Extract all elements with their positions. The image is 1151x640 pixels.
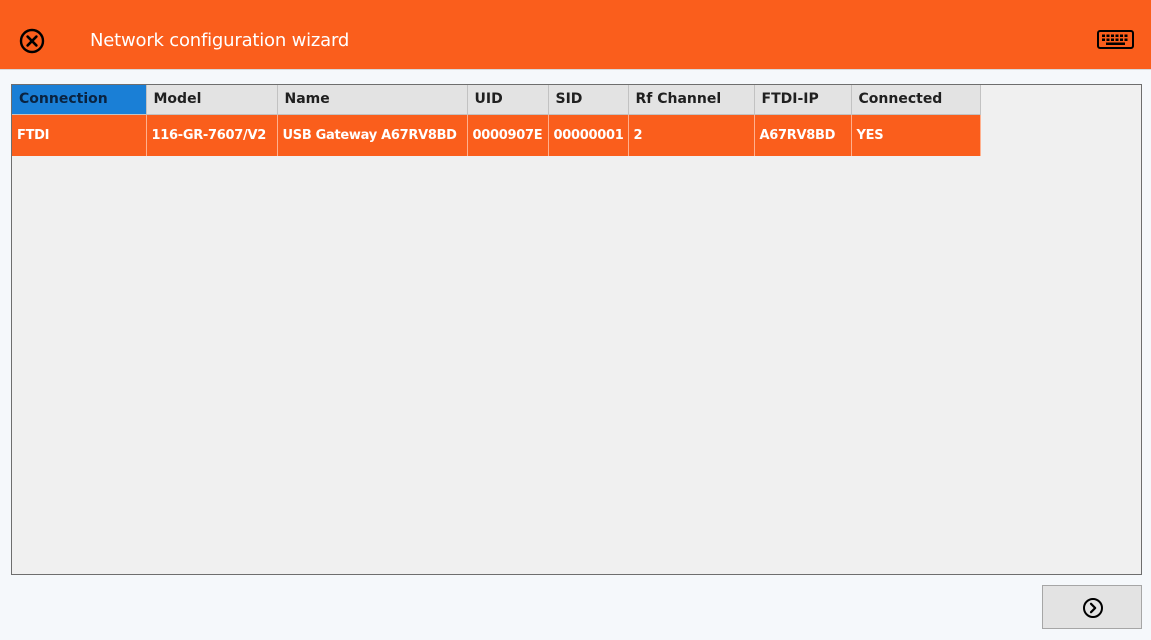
column-header-model[interactable]: Model — [146, 85, 278, 115]
table-header-row: Connection Model Name UID SID Rf Channel… — [12, 85, 981, 115]
cell-ftdi-ip[interactable]: A67RV8BD — [754, 114, 852, 156]
keyboard-button[interactable] — [1097, 30, 1134, 49]
wizard-window: Network configuration wizard Connection … — [0, 0, 1151, 640]
cell-rf-channel[interactable]: 2 — [628, 114, 755, 156]
cell-connection[interactable]: FTDI — [12, 114, 147, 156]
column-header-uid[interactable]: UID — [467, 85, 549, 115]
keyboard-icon — [1097, 30, 1134, 49]
column-header-connected[interactable]: Connected — [851, 85, 981, 115]
connections-table: Connection Model Name UID SID Rf Channel… — [12, 85, 981, 156]
close-circle-icon — [19, 28, 45, 54]
close-button[interactable] — [19, 28, 45, 54]
table-row[interactable]: FTDI 116-GR-7607/V2 USB Gateway A67RV8BD… — [12, 114, 981, 156]
cell-name[interactable]: USB Gateway A67RV8BD — [277, 114, 468, 156]
column-header-sid[interactable]: SID — [548, 85, 629, 115]
title-bar: Network configuration wizard — [0, 0, 1151, 70]
next-button[interactable] — [1042, 585, 1142, 629]
cell-uid[interactable]: 0000907E — [467, 114, 549, 156]
window-title: Network configuration wizard — [90, 30, 350, 51]
column-header-connection[interactable]: Connection — [12, 85, 147, 115]
cell-sid[interactable]: 00000001 — [548, 114, 629, 156]
column-header-ftdi-ip[interactable]: FTDI-IP — [754, 85, 852, 115]
connections-grid: Connection Model Name UID SID Rf Channel… — [11, 84, 1142, 575]
chevron-right-circle-icon — [1083, 598, 1103, 618]
cell-model[interactable]: 116-GR-7607/V2 — [146, 114, 278, 156]
cell-connected[interactable]: YES — [851, 114, 981, 156]
column-header-name[interactable]: Name — [277, 85, 468, 115]
column-header-rf-channel[interactable]: Rf Channel — [628, 85, 755, 115]
